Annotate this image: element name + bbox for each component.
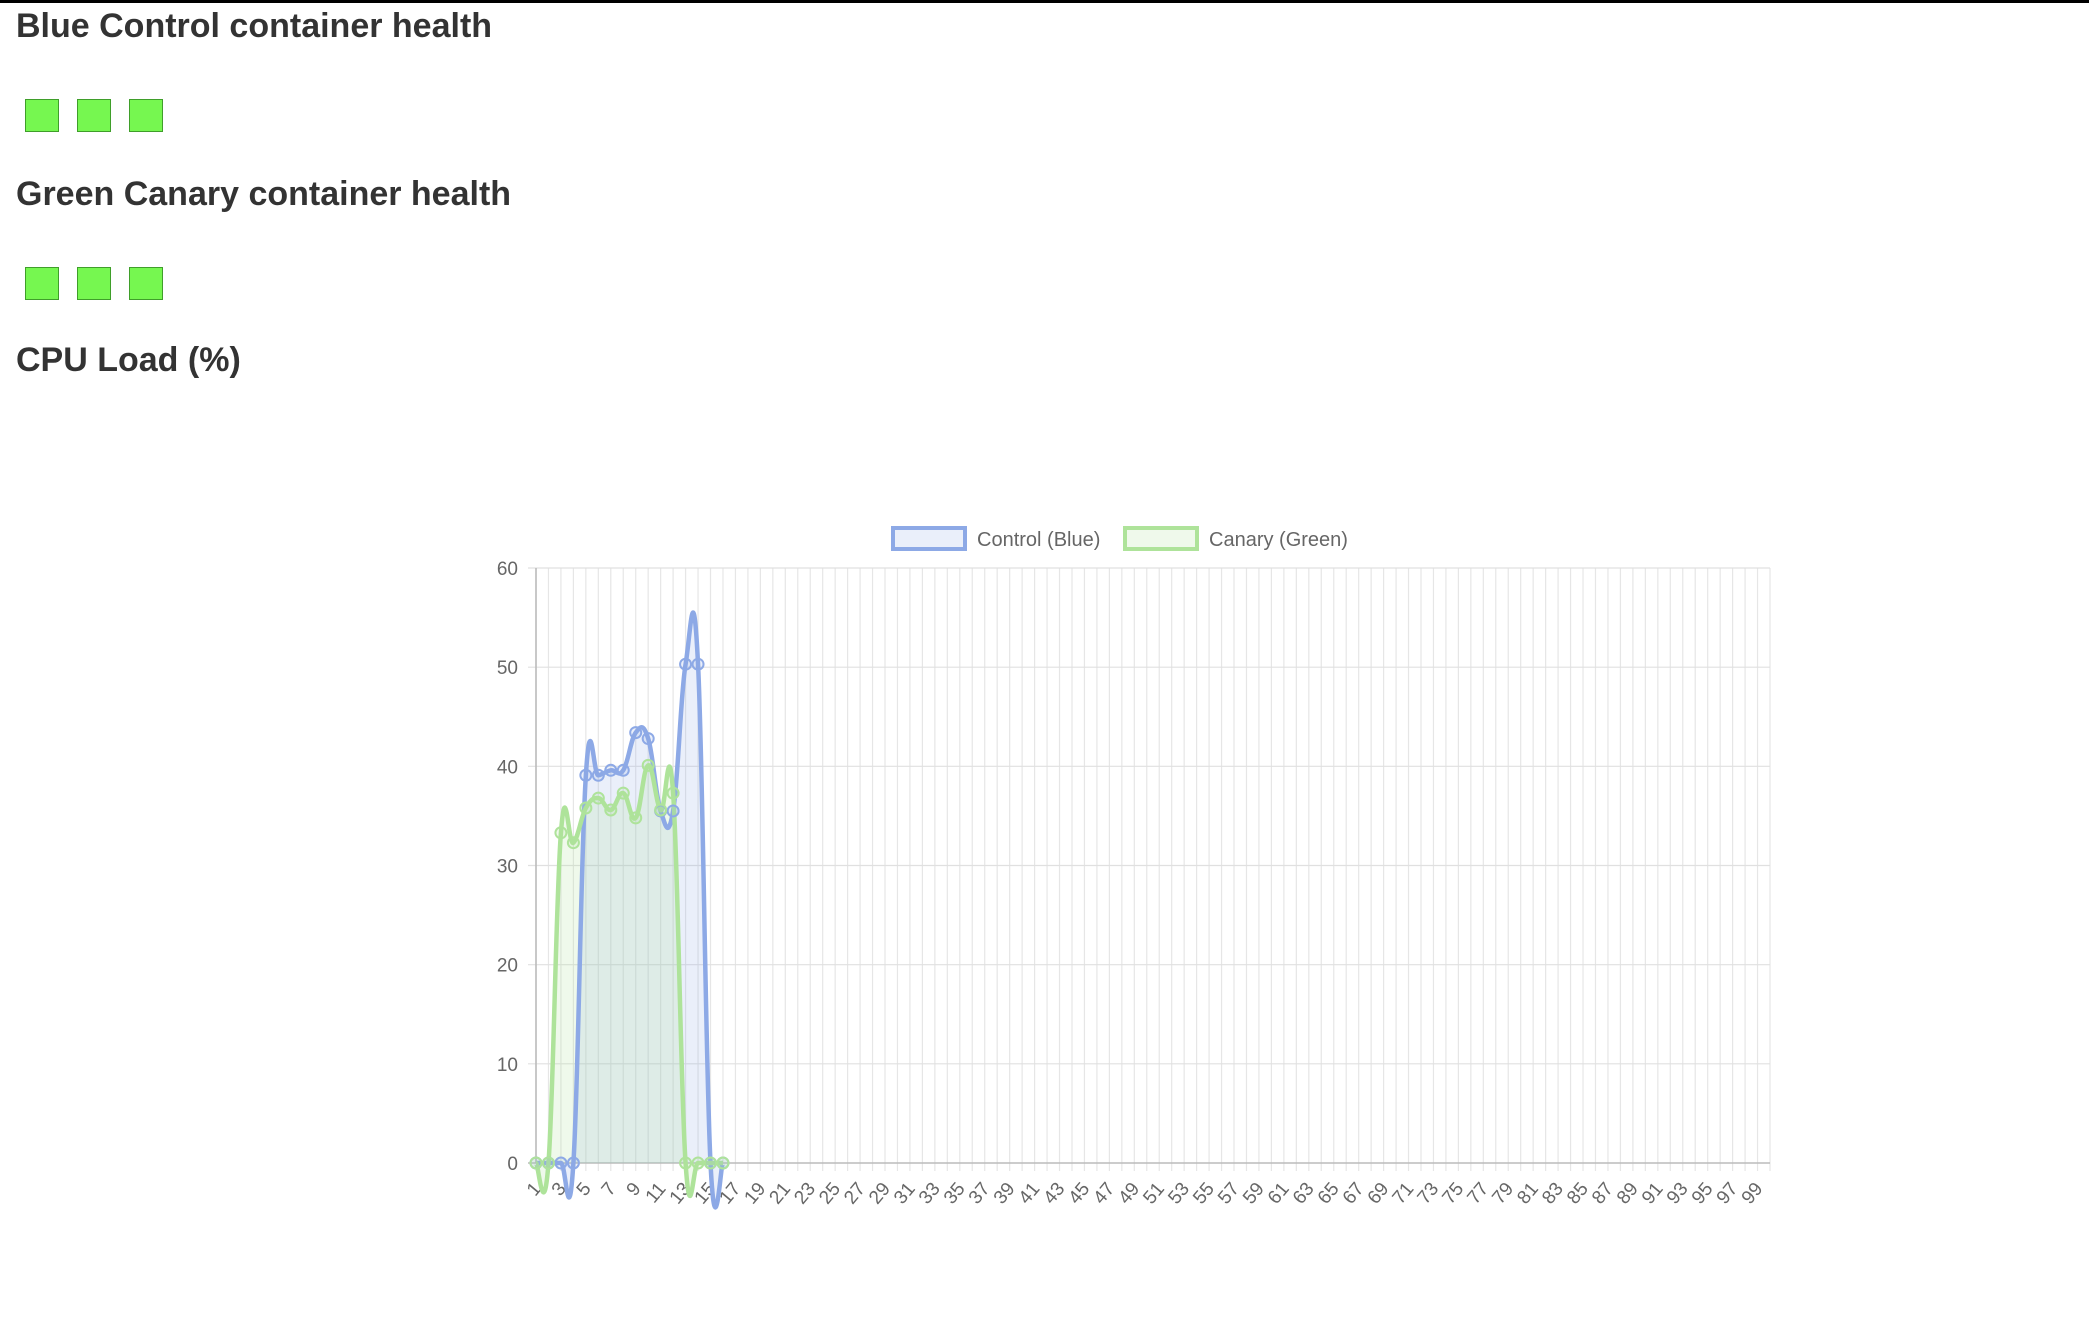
- y-tick-label: 30: [497, 857, 518, 878]
- data-point-canary: [529, 1156, 543, 1170]
- x-tick-label: 9: [623, 1179, 646, 1201]
- data-point-canary: [641, 758, 655, 772]
- data-point-canary: [654, 803, 668, 817]
- x-tick-label: 5: [573, 1179, 596, 1201]
- y-tick-label: 20: [497, 956, 518, 977]
- cpu-load-chart: 01020304050601 3 5 7 91113151719212325272931…: [497, 526, 1771, 1210]
- legend-label-canary: Canary (Green): [1209, 529, 1348, 551]
- data-point-canary: [541, 1156, 555, 1170]
- data-point-control: [641, 732, 655, 746]
- data-point-canary: [554, 826, 568, 840]
- legend-swatch-control: [891, 526, 967, 551]
- data-point-canary: [579, 801, 593, 815]
- y-tick-label: 50: [497, 658, 518, 679]
- data-point-canary: [679, 1156, 693, 1170]
- data-point-canary: [604, 803, 618, 817]
- y-tick-label: 60: [497, 559, 518, 580]
- data-point-canary: [666, 786, 680, 800]
- data-point-control: [666, 804, 680, 818]
- data-point-canary: [616, 786, 630, 800]
- y-tick-label: 10: [497, 1055, 518, 1076]
- data-point-control: [554, 1156, 568, 1170]
- data-point-control: [679, 657, 693, 671]
- y-tick-label: 0: [507, 1154, 518, 1175]
- data-point-control: [591, 768, 605, 782]
- data-point-canary: [704, 1156, 718, 1170]
- legend-label-control: Control (Blue): [977, 529, 1100, 551]
- data-point-control: [616, 763, 630, 777]
- data-point-canary: [591, 791, 605, 805]
- data-point-control: [604, 763, 618, 777]
- data-point-control: [629, 726, 643, 740]
- data-point-control: [691, 657, 705, 671]
- data-point-canary: [629, 811, 643, 825]
- y-tick-label: 40: [497, 757, 518, 778]
- data-point-canary: [566, 836, 580, 850]
- data-point-canary: [716, 1156, 730, 1170]
- legend-swatch-canary: [1123, 526, 1199, 551]
- data-point-canary: [691, 1156, 705, 1170]
- data-point-control: [566, 1156, 580, 1170]
- x-tick-label: 99: [1738, 1179, 1768, 1209]
- x-tick-label: 7: [598, 1179, 621, 1201]
- data-point-control: [579, 768, 593, 782]
